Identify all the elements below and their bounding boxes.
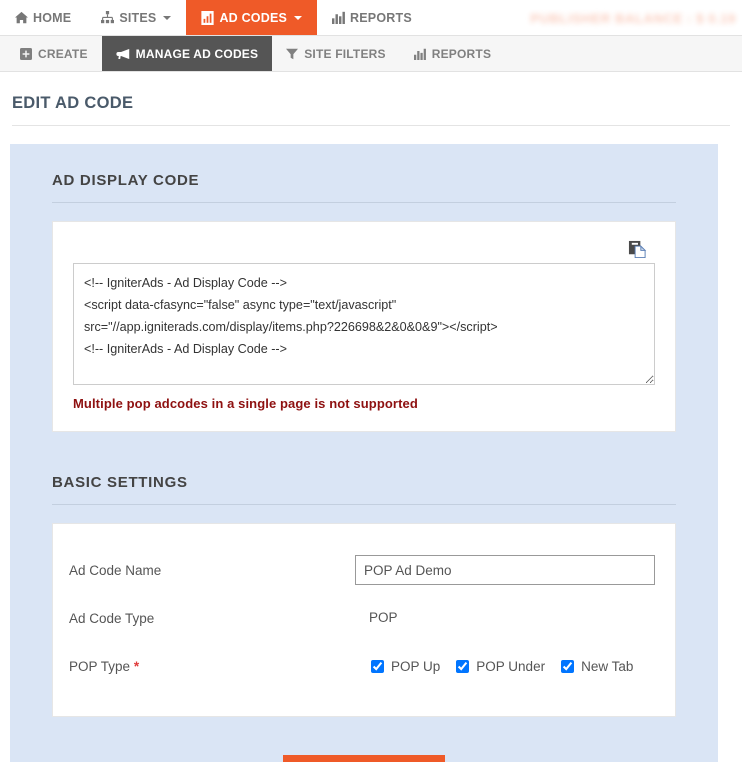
nav-item-home[interactable]: HOME [0, 0, 86, 35]
pop-type-label-text: POP Type [69, 658, 131, 674]
subnav-item-reports[interactable]: REPORTS [400, 36, 505, 71]
new-tab-checkbox[interactable] [561, 659, 575, 673]
filter-icon [286, 48, 299, 60]
form-row-ad-code-type: Ad Code Type POP [69, 594, 655, 642]
section-title-basic-settings: BASIC SETTINGS [52, 474, 676, 505]
bar-chart-icon [332, 11, 345, 24]
section-title-ad-display-code: AD DISPLAY CODE [52, 172, 676, 203]
copy-row [73, 240, 655, 263]
ad-code-name-field-wrap [355, 555, 655, 585]
pop-up-label: POP Up [391, 658, 441, 674]
subnav-item-manage-ad-codes[interactable]: MANAGE AD CODES [101, 36, 273, 71]
nav-item-label: REPORTS [350, 10, 412, 25]
pop-type-checkbox-group: POP Up POP Under New Tab [369, 659, 655, 674]
required-marker: * [133, 658, 140, 674]
pop-type-field-wrap: POP Up POP Under New Tab [369, 659, 655, 674]
home-icon [15, 11, 28, 24]
subnav-item-label: MANAGE AD CODES [135, 46, 259, 61]
basic-settings-card: Ad Code Name Ad Code Type POP POP Type *… [52, 523, 676, 717]
ad-code-name-label: Ad Code Name [69, 562, 162, 578]
secondary-navigation-bar: CREATE MANAGE AD CODES SITE FILTERS REPO… [0, 36, 742, 72]
top-navigation-bar: HOME SITES AD CODES REPORTS PUBLISHER BA… [0, 0, 742, 36]
ad-file-icon [201, 10, 215, 25]
subnav-item-label: SITE FILTERS [304, 46, 386, 61]
ad-code-type-label: Ad Code Type [69, 610, 155, 626]
pop-type-label: POP Type * [69, 659, 369, 674]
page-title: EDIT AD CODE [12, 94, 730, 126]
nav-item-sites[interactable]: SITES [86, 0, 186, 35]
nav-item-label: HOME [33, 10, 72, 25]
publisher-balance: PUBLISHER BALANCE : $ 0.19 [530, 10, 736, 26]
sitemap-icon [101, 11, 115, 24]
new-tab-label: New Tab [581, 658, 634, 674]
form-row-ad-code-name: Ad Code Name [69, 546, 655, 594]
bar-chart-icon [413, 48, 426, 60]
nav-item-label: AD CODES [219, 10, 288, 25]
page-header: EDIT AD CODE [0, 72, 742, 126]
bullhorn-icon [116, 48, 130, 60]
nav-item-reports[interactable]: REPORTS [317, 0, 427, 35]
update-ad-code-button[interactable]: UPDATE AD CODE [282, 755, 446, 762]
ad-code-type-field-wrap: POP [369, 609, 655, 627]
edit-ad-code-panel: AD DISPLAY CODE <!-- IgniterAds - Ad Dis… [10, 144, 718, 762]
subnav-item-label: REPORTS [431, 46, 492, 61]
subnav-item-site-filters[interactable]: SITE FILTERS [272, 36, 400, 71]
copy-icon[interactable] [628, 240, 647, 259]
pop-under-checkbox[interactable] [456, 659, 470, 673]
ad-display-code-card: <!-- IgniterAds - Ad Display Code --> <s… [52, 221, 676, 432]
nav-item-label: SITES [119, 10, 157, 25]
chevron-down-icon [294, 15, 303, 20]
chevron-down-icon [163, 15, 172, 20]
plus-square-icon [20, 47, 32, 60]
subnav-item-create[interactable]: CREATE [6, 36, 102, 71]
pop-adcode-warning-message: Multiple pop adcodes in a single page is… [73, 396, 418, 411]
ad-display-code-textarea[interactable]: <!-- IgniterAds - Ad Display Code --> <s… [73, 263, 655, 385]
submit-row: UPDATE AD CODE [52, 717, 676, 762]
nav-item-ad-codes[interactable]: AD CODES [186, 0, 318, 35]
pop-up-checkbox[interactable] [371, 659, 384, 673]
pop-under-label: POP Under [476, 658, 546, 674]
subnav-item-label: CREATE [38, 46, 88, 61]
form-row-pop-type: POP Type * POP Up POP Under New Tab [69, 642, 655, 690]
ad-code-name-input[interactable] [355, 555, 655, 585]
ad-code-type-value: POP [369, 610, 398, 625]
